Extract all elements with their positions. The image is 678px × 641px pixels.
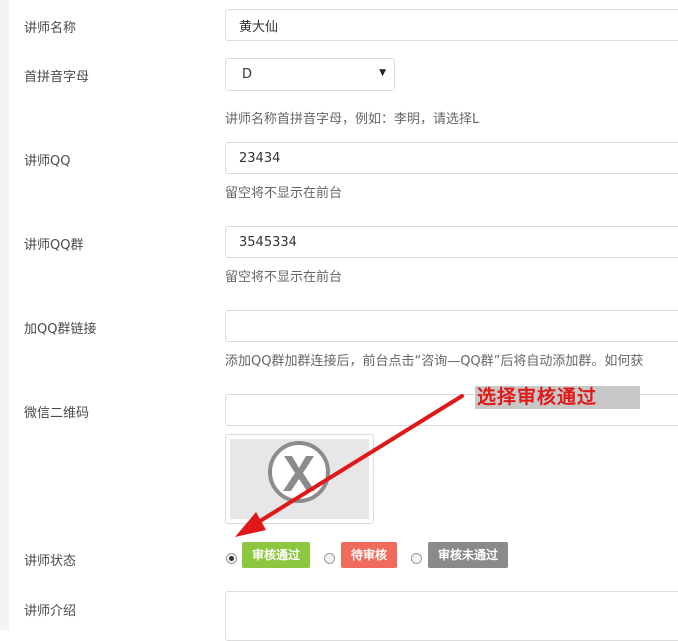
red-arrow-icon bbox=[235, 394, 464, 537]
